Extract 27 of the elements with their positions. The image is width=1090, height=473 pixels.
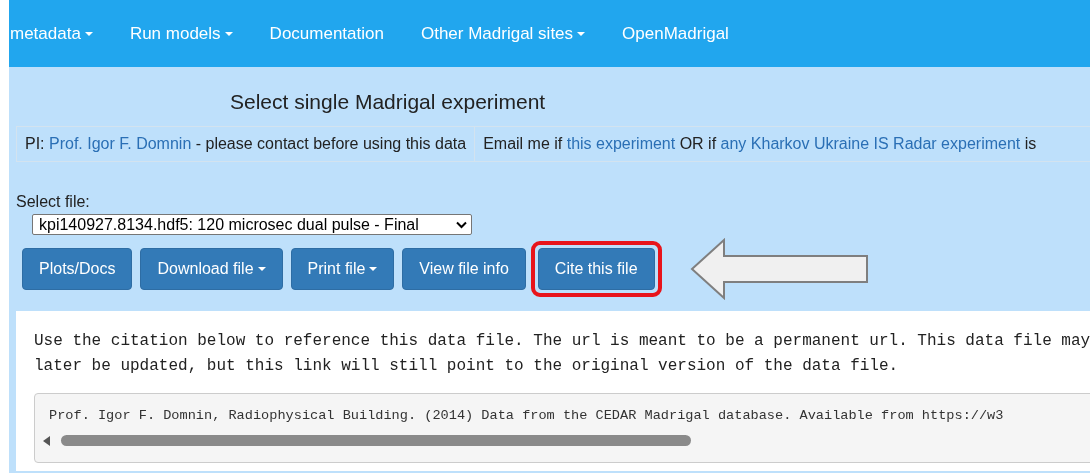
link[interactable]: any Kharkov Ukraine IS Radar experiment [720,135,1021,153]
action-button[interactable]: Download file [140,248,283,290]
arrow-icon [689,238,870,300]
action-button[interactable]: View file info [402,248,526,290]
citation-intro: Use the citation below to reference this data file. The url is meant to be a permanent url. This data file may later be updated, but this link will still point to the original version of the data file. [34,331,1090,377]
scrollbar-thumb[interactable] [61,435,691,446]
info-text: PI: [25,135,46,153]
nav-link[interactable]: metadata [10,23,93,44]
nav-link[interactable]: Other Madrigal sites [420,23,586,44]
action-button[interactable]: Plots/Docs [22,248,133,290]
file-select[interactable]: kpi140927.8134.hdf5: 120 microsec dual pulse - Final [32,214,472,235]
info-text: - please contact before using this data [194,135,467,153]
citation-text: Prof. Igor F. Domnin, Radiophysical Building. (2014) Data from the CEDAR Madrigal database. Available from https://w3 [49,408,1005,423]
action-button[interactable]: Cite this file [537,248,655,290]
info-text: Email me if [483,135,564,153]
info-text: is [1023,135,1037,153]
scroll-left-icon[interactable] [43,435,51,446]
action-button[interactable]: Print file [290,248,395,290]
info-text: OR if [678,135,718,153]
nav-link[interactable]: Documentation [269,23,384,44]
link[interactable]: this experiment [566,135,676,153]
chevron-icon [456,220,467,229]
link[interactable]: Prof. Igor F. Domnin [49,135,192,153]
page-title: Select single Madrigal experiment [230,90,547,115]
nav-link[interactable]: OpenMadrigal [622,23,729,44]
nav-link[interactable]: Run models [129,23,233,44]
select-label: Select file: [16,193,91,211]
